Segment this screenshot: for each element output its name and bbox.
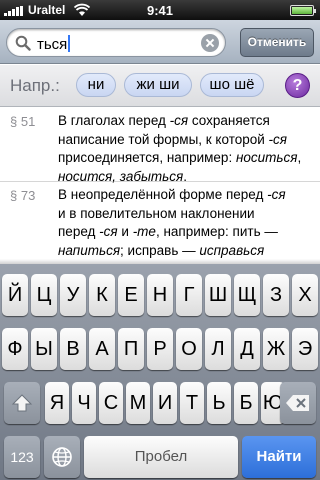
key-н[interactable]: Н <box>147 274 173 316</box>
key-з[interactable]: З <box>263 274 289 316</box>
rule-item[interactable]: § 51 В глаголах перед -ся сохраняется на… <box>0 108 320 184</box>
key-с[interactable]: С <box>99 382 123 424</box>
rule-number: § 73 <box>10 188 36 203</box>
key-я[interactable]: Я <box>45 382 69 424</box>
backspace-key[interactable] <box>280 382 316 424</box>
search-return-key[interactable]: Найти <box>242 436 316 478</box>
key-ч[interactable]: Ч <box>72 382 96 424</box>
rule-item[interactable]: § 73 В неопределённой форме перед -ся и … <box>0 182 320 259</box>
key-ф[interactable]: Ф <box>2 328 28 370</box>
help-icon[interactable]: ? <box>285 73 310 98</box>
space-key[interactable]: Пробел <box>84 436 238 478</box>
rule-text: В глаголах перед -ся сохраняется написан… <box>58 113 302 184</box>
globe-icon <box>52 447 72 467</box>
text-caret <box>68 35 71 52</box>
rule-number: § 51 <box>10 114 36 129</box>
search-bar: ться Отменить <box>0 20 320 64</box>
key-р[interactable]: Р <box>147 328 173 370</box>
key-и[interactable]: И <box>153 382 177 424</box>
cancel-button[interactable]: Отменить <box>240 28 314 57</box>
key-е[interactable]: Е <box>118 274 144 316</box>
shift-icon <box>11 394 33 412</box>
battery-icon <box>290 5 316 16</box>
clock: 9:41 <box>146 3 174 18</box>
shift-key[interactable] <box>4 382 40 424</box>
globe-key[interactable] <box>44 436 80 478</box>
key-ц[interactable]: Ц <box>31 274 57 316</box>
status-bar: Uraltel 9:41 <box>0 0 320 20</box>
example-chip-zhi-shi[interactable]: жи ши <box>124 73 192 97</box>
search-icon <box>15 35 31 51</box>
numbers-key[interactable]: 123 <box>4 436 40 478</box>
key-б[interactable]: Б <box>234 382 258 424</box>
key-в[interactable]: В <box>60 328 86 370</box>
example-chip-ni[interactable]: ни <box>76 73 116 97</box>
key-о[interactable]: О <box>176 328 202 370</box>
key-л[interactable]: Л <box>205 328 231 370</box>
search-input[interactable]: ться <box>6 28 226 57</box>
examples-bar: Напр.: ни жи ши шо шё ? <box>0 65 320 107</box>
key-у[interactable]: У <box>60 274 86 316</box>
search-value: ться <box>37 35 71 53</box>
keyboard: ЙЦУКЕНГШЩЗХ ФЫВАПРОЛДЖЭ ЯЧСМИТЬБЮ 123 Пр… <box>0 259 320 480</box>
key-к[interactable]: К <box>89 274 115 316</box>
key-г[interactable]: Г <box>176 274 202 316</box>
examples-label: Напр.: <box>10 76 60 95</box>
backspace-icon <box>286 395 309 411</box>
rule-text: В неопределённой форме перед -ся и в пов… <box>58 187 286 258</box>
key-т[interactable]: Т <box>180 382 204 424</box>
key-д[interactable]: Д <box>234 328 260 370</box>
key-х[interactable]: Х <box>292 274 318 316</box>
clear-icon[interactable] <box>201 34 219 52</box>
key-ш[interactable]: Ш <box>205 274 231 316</box>
key-ы[interactable]: Ы <box>31 328 57 370</box>
key-а[interactable]: А <box>89 328 115 370</box>
key-ж[interactable]: Ж <box>263 328 289 370</box>
results-list: § 51 В глаголах перед -ся сохраняется на… <box>0 108 320 259</box>
key-й[interactable]: Й <box>2 274 28 316</box>
key-ь[interactable]: Ь <box>207 382 231 424</box>
key-м[interactable]: М <box>126 382 150 424</box>
example-chip-sho-she[interactable]: шо шё <box>200 73 264 97</box>
key-п[interactable]: П <box>118 328 144 370</box>
key-э[interactable]: Э <box>292 328 318 370</box>
key-щ[interactable]: Щ <box>234 274 260 316</box>
